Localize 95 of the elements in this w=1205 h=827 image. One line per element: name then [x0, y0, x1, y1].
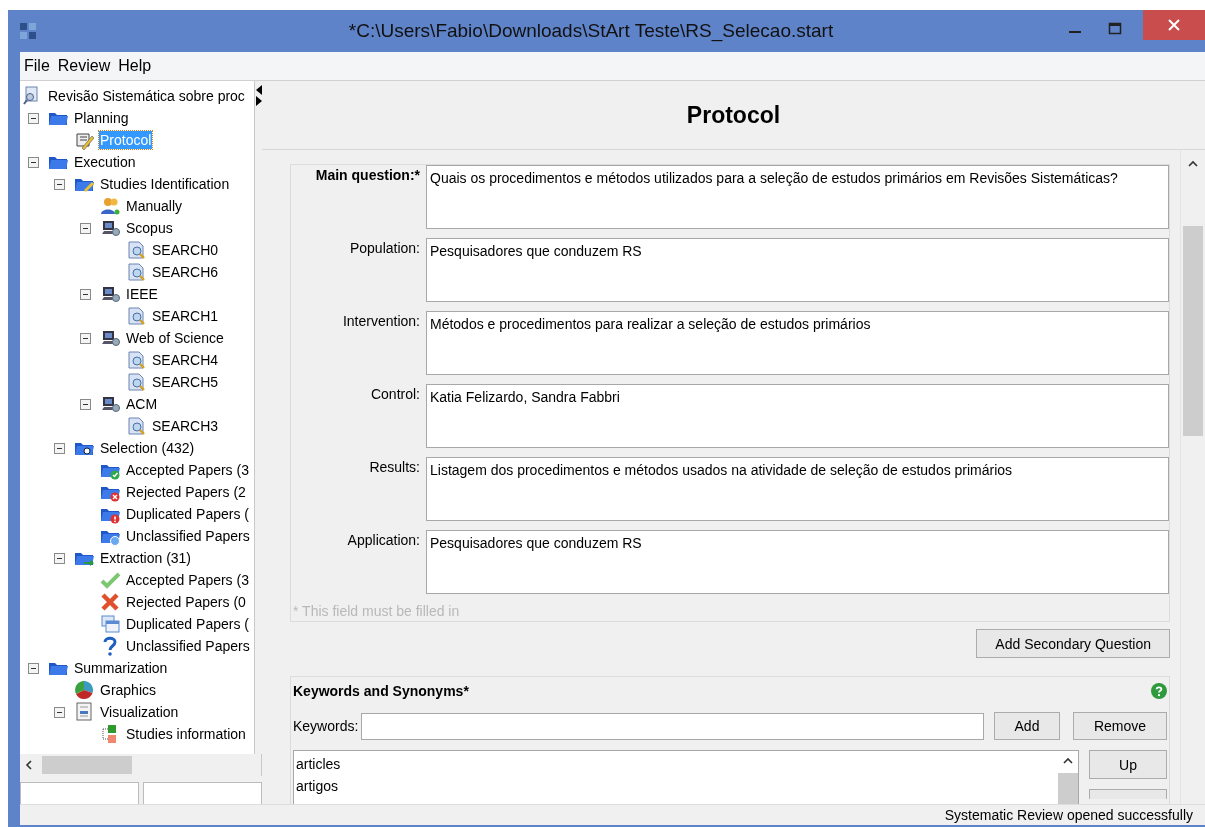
help-icon[interactable] [1151, 683, 1167, 699]
list-item[interactable]: artigos [294, 775, 1058, 797]
vertical-scrollbar[interactable] [1180, 150, 1205, 804]
tree-item[interactable]: Extraction (31) [99, 549, 193, 567]
keyword-button[interactable]: Remove [1073, 712, 1167, 740]
section-title: Keywords and Synonyms* [293, 683, 469, 699]
maximize-icon[interactable] [1108, 22, 1122, 36]
computer-icon [100, 328, 120, 348]
collapse-icon[interactable] [28, 662, 39, 674]
collapse-icon[interactable] [80, 398, 91, 410]
document-magnifier-icon [126, 262, 146, 282]
tree-item[interactable]: Accepted Papers (3 [125, 461, 250, 479]
collapse-icon[interactable] [54, 442, 65, 454]
collapse-icon[interactable] [28, 156, 39, 168]
tree-item[interactable]: Selection (432) [99, 439, 196, 457]
tree-item[interactable]: SEARCH0 [151, 241, 220, 259]
document-magnifier-icon [126, 416, 146, 436]
pie-chart-icon [74, 680, 94, 700]
keyword-button[interactable]: Add [994, 712, 1060, 740]
menu-item[interactable]: Help [118, 57, 152, 75]
text-area[interactable]: Katia Felizardo, Sandra Fabbri [426, 384, 1169, 448]
window-title: *C:\Users\Fabio\Downloads\StArt Teste\RS_Selecao.start [347, 20, 835, 42]
computer-icon [100, 218, 120, 238]
move-up-button[interactable]: Up [1089, 750, 1167, 779]
field-label: Main question:* [314, 166, 421, 185]
tree-item[interactable]: Visualization [99, 703, 180, 721]
status-message: Systematic Review opened successfully [944, 807, 1193, 823]
add-secondary-question-button[interactable]: Add Secondary Question [976, 629, 1170, 658]
tree-item[interactable]: Duplicated Papers ( [125, 505, 250, 523]
document-magnifier-icon [126, 306, 146, 326]
window-icon [74, 702, 94, 722]
panel-heading: Protocol [686, 101, 781, 129]
tree-item[interactable]: Unclassified Papers [125, 637, 251, 655]
menu-item[interactable]: Review [57, 57, 111, 75]
collapse-icon[interactable] [80, 332, 91, 344]
windows-icon [100, 614, 120, 634]
collapse-icon[interactable] [54, 178, 65, 190]
app-icon [19, 22, 37, 40]
tree-item[interactable]: Duplicated Papers ( [125, 615, 250, 633]
tree-item[interactable]: Planning [73, 109, 130, 127]
field-label: Keywords: [293, 718, 359, 734]
keyword-list[interactable]: articles artigos [293, 750, 1079, 804]
tree-item[interactable]: Accepted Papers (3 [125, 571, 250, 589]
document-magnifier-icon [126, 372, 146, 392]
field-label: Intervention: [341, 312, 421, 331]
tree-item[interactable]: SEARCH5 [151, 373, 220, 391]
tree-item[interactable]: Rejected Papers (2 [125, 483, 247, 501]
scroll-up-icon[interactable] [1188, 160, 1198, 168]
collapse-icon[interactable] [80, 222, 91, 234]
tree-item[interactable]: SEARCH6 [151, 263, 220, 281]
text-area[interactable]: Listagem dos procedimentos e métodos usados na atividade de seleção de estudos primários [426, 457, 1169, 521]
tree-item[interactable]: IEEE [125, 285, 159, 303]
computer-icon [100, 394, 120, 414]
tree-item[interactable]: Studies information [125, 725, 247, 743]
close-icon [1167, 18, 1181, 32]
tree-item[interactable]: SEARCH3 [151, 417, 220, 435]
document-magnifier-icon [126, 240, 146, 260]
collapse-icon[interactable] [54, 706, 65, 718]
document-magnifier-icon [126, 350, 146, 370]
text-area[interactable]: Pesquisadores que conduzem RS [426, 530, 1169, 594]
tree-item[interactable]: Web of Science [125, 329, 225, 347]
field-label: Population: [348, 239, 421, 258]
tree-item[interactable]: SEARCH1 [151, 307, 220, 325]
document-pencil-icon [74, 130, 94, 150]
tree-item[interactable]: Summarization [73, 659, 169, 677]
collapse-icon[interactable] [54, 552, 65, 564]
tree-item[interactable]: Rejected Papers (0 [125, 593, 247, 611]
tree-item[interactable]: Manually [125, 197, 184, 215]
computer-icon [100, 284, 120, 304]
menu-item[interactable]: File [24, 57, 50, 75]
cross-icon [100, 592, 120, 612]
people-icon [100, 196, 120, 216]
scroll-left-icon[interactable] [24, 760, 34, 770]
collapse-icon[interactable] [28, 112, 39, 124]
check-icon [100, 570, 120, 590]
tree-item[interactable]: Studies Identification [99, 175, 231, 193]
keyword-input-field[interactable] [361, 712, 984, 740]
hint-text: * This field must be filled in [292, 603, 461, 621]
text-area[interactable]: Quais os procedimentos e métodos utilizados para a seleção de estudos primários em Revisões Sistemáticas? [426, 165, 1169, 229]
close-button[interactable] [1143, 10, 1205, 40]
collapse-icon[interactable] [80, 288, 91, 300]
tree-item[interactable]: Execution [73, 153, 137, 171]
tree-item[interactable]: Scopus [125, 219, 174, 237]
field-label: Control: [369, 385, 421, 404]
tree-item[interactable]: ACM [125, 395, 159, 413]
field-label: Application: [346, 531, 421, 550]
tree-item[interactable]: Unclassified Papers [125, 527, 251, 545]
field-label: Results: [368, 458, 421, 477]
tree-item[interactable]: Graphics [99, 681, 158, 699]
scroll-up-icon[interactable] [1063, 757, 1073, 765]
tree-item[interactable]: Revisão Sistemática sobre proc [47, 87, 246, 105]
text-area[interactable]: Métodos e procedimentos para realizar a seleção de estudos primários [426, 311, 1169, 375]
text-area[interactable]: Pesquisadores que conduzem RS [426, 238, 1169, 302]
tree-item[interactable]: SEARCH4 [151, 351, 220, 369]
list-item[interactable]: articles [294, 753, 1058, 775]
